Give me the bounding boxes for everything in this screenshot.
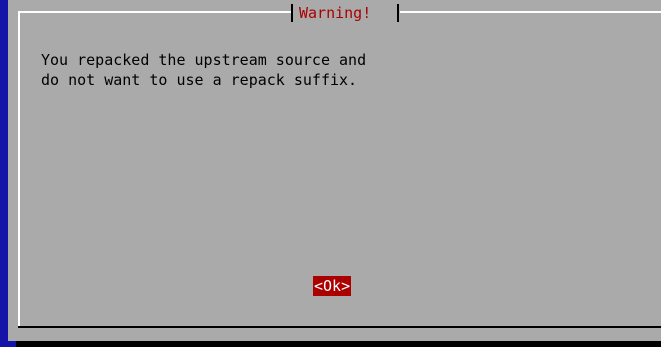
dialog-shadow	[16, 341, 661, 347]
dialog-frame-top-left	[18, 11, 292, 13]
warning-dialog: Warning! You repacked the upstream sourc…	[8, 0, 661, 341]
dialog-message: You repacked the upstream source and do n…	[41, 50, 366, 90]
dialog-frame-left	[18, 11, 20, 328]
title-left-divider	[291, 4, 293, 22]
ok-button[interactable]: <Ok>	[313, 276, 352, 296]
dialog-frame-bottom	[18, 326, 661, 328]
dialog-title: Warning!	[299, 4, 372, 22]
terminal-screen: Warning! You repacked the upstream sourc…	[0, 0, 661, 347]
message-line-1: You repacked the upstream source and	[41, 51, 367, 69]
message-line-2: do not want to use a repack suffix.	[41, 71, 358, 89]
dialog-frame-top-right	[400, 11, 661, 13]
title-right-divider	[397, 4, 399, 22]
